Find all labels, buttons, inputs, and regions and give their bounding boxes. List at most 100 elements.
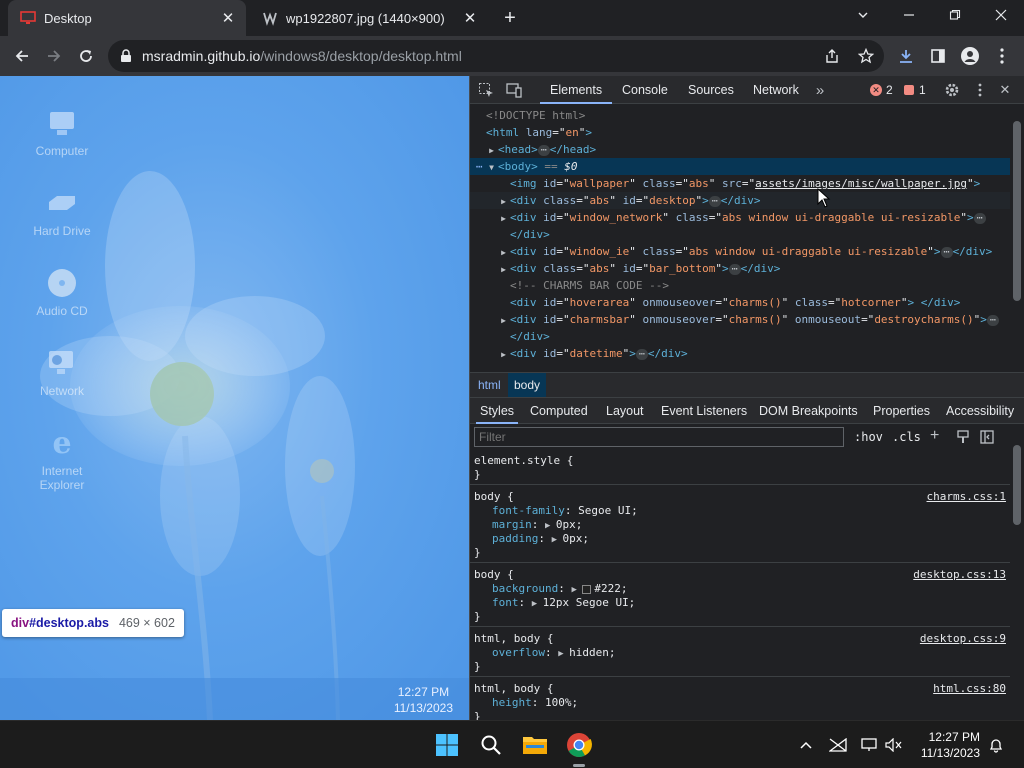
tab-accessibility[interactable]: Accessibility [942,398,1018,424]
star-icon[interactable] [854,44,878,68]
styles-filter-input[interactable] [474,427,844,447]
restore-icon[interactable] [932,0,978,30]
css-property[interactable]: overflow: ▶ hidden; [474,646,1010,660]
dom-node-row[interactable]: ▶ <div id="charmsbar" onmouseover="charms… [470,311,1010,328]
css-source-link[interactable]: html.css:80 [933,682,1006,695]
expand-caret-icon[interactable]: ⋯ ▼ [470,158,498,175]
crumb-html[interactable]: html [472,373,507,397]
paint-brush-icon[interactable] [956,430,970,444]
css-rule[interactable]: body {charms.css:1 font-family: Segoe UI;… [470,488,1010,563]
tab-properties[interactable]: Properties [869,398,934,424]
css-rule[interactable]: html, body {desktop.css:9 overflow: ▶ hid… [470,630,1010,677]
network-status-icon[interactable] [828,735,848,755]
tab-network[interactable]: Network [743,76,809,104]
css-property[interactable]: background: ▶ #222; [474,582,1010,596]
show-hidden-icons-chevron-icon[interactable] [796,735,816,755]
css-property[interactable]: font-family: Segoe UI; [474,504,1010,518]
reload-icon[interactable] [72,42,100,70]
share-icon[interactable] [820,44,844,68]
tab-desktop[interactable]: Desktop ✕ [8,0,246,36]
notification-bell-icon[interactable] [986,735,1006,755]
css-rule[interactable]: element.style {} [470,452,1010,485]
css-source-link[interactable]: desktop.css:9 [920,632,1006,645]
dom-node-row[interactable]: <!DOCTYPE html> [470,107,1010,124]
desktop-icon-network[interactable]: Network [22,346,102,398]
monitor-tray-icon[interactable] [860,735,880,755]
expand-caret-icon[interactable]: ▶ [470,192,510,209]
dom-node-row[interactable]: ▶ <head> ⋯ </head> [470,141,1010,158]
css-source-link[interactable]: desktop.css:13 [913,568,1006,581]
file-explorer-button[interactable] [519,729,551,761]
tab-wallpaper[interactable]: wp1922807.jpg (1440×900) ✕ [250,0,488,36]
dom-node-row[interactable]: </div> [470,226,1010,243]
dom-tree[interactable]: <!DOCTYPE html> <html lang="en"> ▶ <head> ⋯ <… [470,105,1010,371]
expand-caret-icon[interactable]: ▶ [470,243,510,260]
forward-icon[interactable] [40,42,68,70]
tab-dom-breakpoints[interactable]: DOM Breakpoints [755,398,862,424]
error-count-badge[interactable]: ✕ 2 [870,83,893,97]
start-button[interactable] [431,729,463,761]
dom-node-row[interactable]: ▶ <div id="window_network" class="abs win… [470,209,1010,226]
tab-styles[interactable]: Styles [476,398,519,424]
address-bar[interactable]: msradmin.github.io/windows8/desktop/desk… [108,40,884,72]
desktop-icon-audio-cd[interactable]: Audio CD [22,266,102,318]
new-tab-button[interactable]: + [498,6,522,30]
tab-elements[interactable]: Elements [540,76,613,104]
close-devtools-icon[interactable]: ✕ [995,80,1015,100]
add-rule-icon[interactable]: + [930,427,939,445]
close-tab-icon[interactable]: ✕ [460,8,480,28]
tab-event-listeners[interactable]: Event Listeners [657,398,751,424]
crumb-body[interactable]: body [508,373,547,397]
css-rule[interactable]: body {desktop.css:13 background: ▶ #222; f… [470,566,1010,627]
styles-pane[interactable]: element.style {} body {charms.css:1 font-f… [470,452,1010,720]
dom-node-row[interactable]: <!-- CHARMS BAR CODE --> [470,277,1010,294]
expand-caret-icon[interactable]: ▶ [470,345,510,362]
cls-toggle[interactable]: .cls [892,430,921,444]
expand-caret-icon[interactable]: ▶ [470,141,498,158]
dom-tree-scrollbar[interactable] [1011,105,1023,371]
desktop-icon-hard-drive[interactable]: Hard Drive [22,186,102,238]
expand-caret-icon[interactable]: ▶ [470,260,510,277]
inspect-element-icon[interactable] [476,80,496,100]
side-panel-icon[interactable] [926,44,950,68]
expand-caret-icon[interactable]: ▶ [470,311,510,328]
dom-node-row[interactable]: <img id="wallpaper" class="abs" src="ass… [470,175,1010,192]
desktop-icon-computer[interactable]: Computer [22,106,102,158]
dom-node-row[interactable]: ▶ <div id="window_ie" class="abs window u… [470,243,1010,260]
desktop-icon-internet-explorer[interactable]: e Internet Explorer [22,426,102,492]
system-clock[interactable]: 12:27 PM 11/13/2023 [921,729,980,761]
tab-computed[interactable]: Computed [526,398,592,424]
devtools-menu-icon[interactable] [970,80,990,100]
expand-caret-icon[interactable]: ▶ [470,209,510,226]
dom-node-row[interactable]: <div id="hoverarea" onmouseover="charms(… [470,294,1010,311]
taskbar-search-button[interactable] [475,729,507,761]
tab-search-icon[interactable] [840,0,886,30]
issue-count-badge[interactable]: 1 [904,83,926,97]
device-toolbar-icon[interactable] [504,80,524,100]
css-property[interactable]: padding: ▶ 0px; [474,532,1010,546]
dom-node-row[interactable]: ▶ <div id="datetime"> ⋯ </div> [470,345,1010,362]
css-property[interactable]: height: 100%; [474,696,1010,710]
tab-layout[interactable]: Layout [602,398,648,424]
dom-node-row[interactable]: ⋯ ▼ <body> == $0 [470,158,1010,175]
dom-node-row[interactable]: <html lang="en"> [470,124,1010,141]
css-rule[interactable]: html, body {html.css:80 height: 100%;} [470,680,1010,720]
volume-muted-icon[interactable] [884,735,904,755]
css-property[interactable]: margin: ▶ 0px; [474,518,1010,532]
back-icon[interactable] [8,42,36,70]
css-property[interactable]: font: ▶ 12px Segoe UI; [474,596,1010,610]
profile-avatar-icon[interactable] [958,44,982,68]
tab-sources[interactable]: Sources [678,76,744,104]
styles-scrollbar[interactable] [1011,425,1023,720]
minimize-icon[interactable] [886,0,932,30]
settings-gear-icon[interactable] [942,80,962,100]
download-icon[interactable] [894,44,918,68]
dom-node-row[interactable]: </div> [470,328,1010,345]
css-selector[interactable]: html, body { [474,682,1010,696]
css-selector[interactable]: element.style { [474,454,1010,468]
dom-node-row[interactable]: ▶ <div class="abs" id="desktop"> ⋯ </div> [470,192,1010,209]
close-tab-icon[interactable]: ✕ [218,8,238,28]
hov-toggle[interactable]: :hov [854,430,883,444]
tab-console[interactable]: Console [612,76,678,104]
menu-kebab-icon[interactable] [990,44,1014,68]
